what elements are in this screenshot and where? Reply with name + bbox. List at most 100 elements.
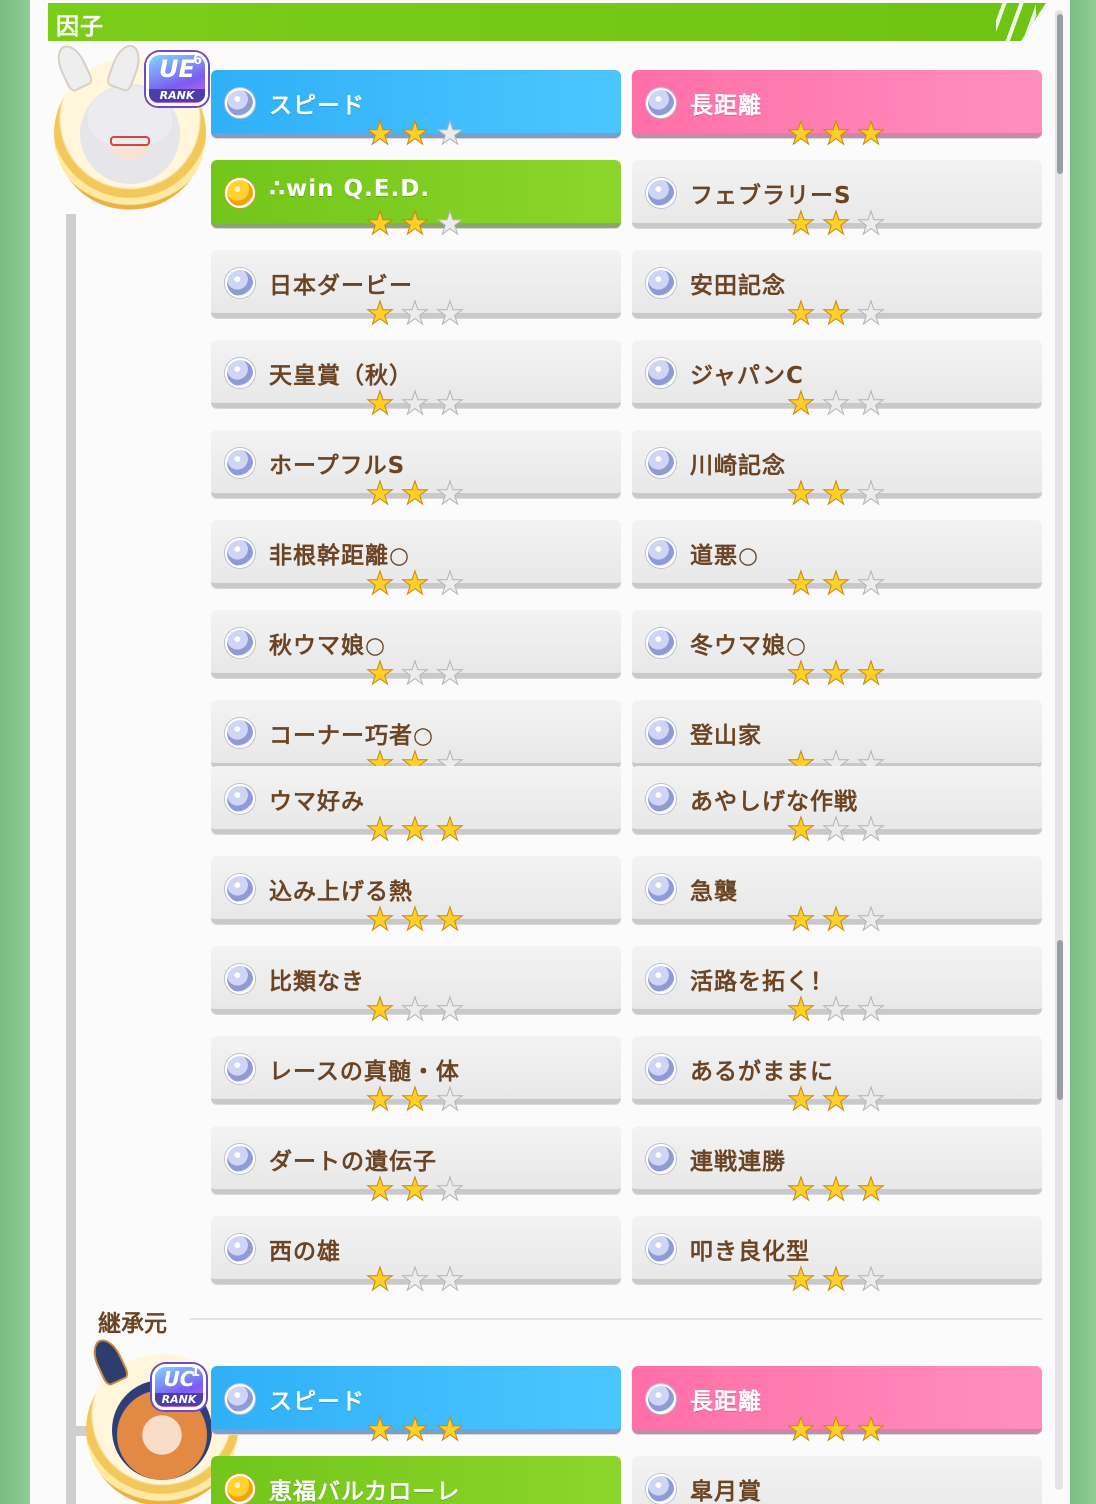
star-icon: ★: [365, 1170, 395, 1208]
star-icon: ★: [821, 384, 851, 422]
factor-card[interactable]: 秋ウマ娘○ ★ ★ ★: [211, 610, 621, 691]
factor-label: 安田記念: [690, 273, 786, 299]
star-rating: ★ ★ ★: [784, 902, 894, 937]
factor-label: 登山家: [690, 723, 762, 749]
star-icon: ★: [856, 810, 886, 848]
factor-card[interactable]: スピード ★ ★ ★: [211, 1366, 621, 1447]
star-icon: ★: [400, 990, 430, 1028]
factor-card[interactable]: 日本ダービー ★ ★ ★: [211, 250, 621, 331]
factor-card[interactable]: 安田記念 ★ ★ ★: [632, 250, 1042, 331]
background-right: [1066, 0, 1096, 1504]
factor-card[interactable]: 天皇賞（秋） ★ ★ ★: [211, 340, 621, 421]
scrollbar-thumb[interactable]: [1057, 940, 1063, 1100]
star-icon: ★: [435, 564, 465, 602]
factor-gem-icon: [225, 538, 255, 568]
star-icon: ★: [365, 1410, 395, 1448]
factor-gem-icon: [225, 628, 255, 658]
star-icon: ★: [821, 654, 851, 692]
star-rating: ★ ★ ★: [784, 990, 894, 1028]
star-icon: ★: [400, 204, 430, 242]
star-icon: ★: [821, 810, 851, 848]
factor-card[interactable]: ホープフルS ★ ★ ★: [211, 430, 621, 511]
factor-card[interactable]: 恵福バルカローレ: [211, 1456, 621, 1504]
factor-card[interactable]: 活路を拓く！ ★ ★ ★: [632, 946, 1042, 1027]
star-icon: ★: [400, 900, 430, 938]
factor-card[interactable]: フェブラリーS ★ ★ ★: [632, 160, 1042, 241]
star-icon: ★: [786, 990, 816, 1028]
star-icon: ★: [856, 1260, 886, 1298]
star-icon: ★: [435, 654, 465, 692]
factor-card[interactable]: ∴win Q.E.D. ★ ★ ★: [211, 160, 621, 241]
star-icon: ★: [365, 384, 395, 422]
factor-gem-icon: [225, 1234, 255, 1264]
star-icon: ★: [856, 990, 886, 1028]
scrollbar-thumb[interactable]: [1057, 14, 1063, 174]
star-icon: ★: [400, 294, 430, 332]
rank-caption: RANK: [155, 1393, 203, 1406]
factor-card[interactable]: ウマ好み ★ ★ ★: [211, 766, 621, 847]
star-icon: ★: [856, 204, 886, 242]
factor-card[interactable]: 皐月賞: [632, 1456, 1042, 1504]
star-icon: ★: [435, 114, 465, 152]
factor-gem-icon: [646, 628, 676, 658]
divider: [190, 1318, 1042, 1320]
star-icon: ★: [400, 1080, 430, 1118]
factor-card[interactable]: あるがままに ★ ★ ★: [632, 1036, 1042, 1117]
star-rating: ★ ★ ★: [363, 294, 473, 332]
factor-card[interactable]: 登山家 ★ ★ ★: [632, 700, 1042, 781]
star-icon: ★: [400, 810, 430, 848]
star-icon: ★: [821, 204, 851, 242]
factor-card[interactable]: 急襲 ★ ★ ★: [632, 856, 1042, 937]
factor-card[interactable]: コーナー巧者○ ★ ★ ★: [211, 700, 621, 781]
factor-card[interactable]: あやしげな作戦 ★ ★ ★: [632, 766, 1042, 847]
star-icon: ★: [435, 1410, 465, 1448]
factor-card[interactable]: 冬ウマ娘○ ★ ★ ★: [632, 610, 1042, 691]
factor-card[interactable]: 比類なき ★ ★ ★: [211, 946, 621, 1027]
star-icon: ★: [435, 1080, 465, 1118]
star-icon: ★: [821, 1080, 851, 1118]
section-header: 因子: [48, 3, 1046, 41]
star-icon: ★: [400, 1260, 430, 1298]
star-icon: ★: [365, 294, 395, 332]
factor-gem-icon: [646, 178, 676, 208]
factor-label: 道悪○: [690, 543, 760, 569]
factor-card[interactable]: スピード ★ ★ ★: [211, 70, 621, 151]
factor-card[interactable]: 非根幹距離○ ★ ★ ★: [211, 520, 621, 601]
factor-gem-icon: [646, 1144, 676, 1174]
factor-card[interactable]: レースの真髄・体 ★ ★ ★: [211, 1036, 621, 1117]
star-icon: ★: [435, 474, 465, 512]
factor-label: 連戦連勝: [690, 1149, 786, 1175]
factor-gem-icon: [646, 88, 676, 118]
factor-gem-icon: [225, 448, 255, 478]
star-icon: ★: [786, 114, 816, 152]
factor-card[interactable]: ダートの遺伝子 ★ ★ ★: [211, 1126, 621, 1207]
factor-label: 長距離: [690, 1389, 762, 1415]
star-icon: ★: [856, 1170, 886, 1208]
factor-gem-icon: [646, 964, 676, 994]
star-icon: ★: [856, 1410, 886, 1448]
rank-grade: UC: [163, 1367, 195, 1391]
factor-gem-icon: [225, 358, 255, 388]
star-icon: ★: [400, 474, 430, 512]
factor-gem-icon: [225, 784, 255, 814]
factor-card[interactable]: 長距離 ★ ★ ★: [632, 1366, 1042, 1447]
factor-card[interactable]: 込み上げる熱 ★ ★ ★: [211, 856, 621, 937]
factor-card[interactable]: 叩き良化型 ★ ★ ★: [632, 1216, 1042, 1297]
factor-card[interactable]: 川崎記念 ★ ★ ★: [632, 430, 1042, 511]
star-rating: ★ ★ ★: [784, 654, 894, 692]
star-rating: ★ ★ ★: [784, 1410, 894, 1448]
star-rating: ★ ★ ★: [784, 810, 894, 848]
star-icon: ★: [821, 474, 851, 512]
factor-card[interactable]: 長距離 ★ ★ ★: [632, 70, 1042, 151]
scrollbar-track[interactable]: [1055, 10, 1063, 1490]
star-rating: ★ ★ ★: [784, 1080, 894, 1118]
factor-card[interactable]: 西の雄 ★ ★ ★: [211, 1216, 621, 1297]
factor-card[interactable]: 道悪○ ★ ★ ★: [632, 520, 1042, 601]
factor-card[interactable]: ジャパンC ★ ★ ★: [632, 340, 1042, 421]
star-icon: ★: [400, 114, 430, 152]
star-icon: ★: [856, 1080, 886, 1118]
factor-gem-icon: [646, 1384, 676, 1414]
factor-card[interactable]: 連戦連勝 ★ ★ ★: [632, 1126, 1042, 1207]
star-rating: ★ ★ ★: [363, 1080, 473, 1118]
factor-gem-icon: [225, 874, 255, 904]
